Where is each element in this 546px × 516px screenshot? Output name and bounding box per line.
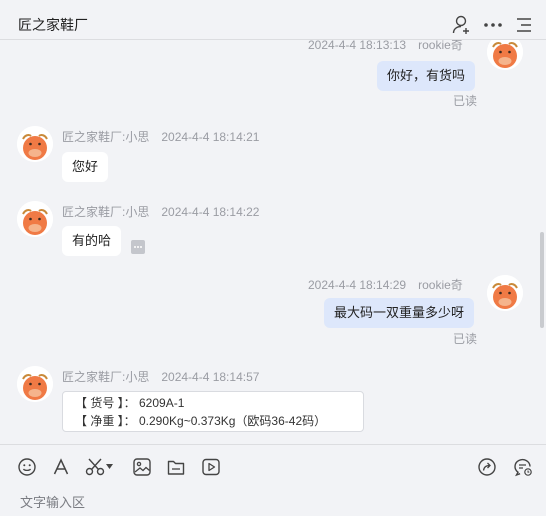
read-receipt: 已读 (453, 94, 478, 108)
avatar[interactable] (17, 366, 53, 402)
avatar[interactable] (17, 126, 53, 162)
message-list[interactable]: 2024-4-4 18:13:13 rookie奇 你好，有货吗 已读 匠之家鞋厂… (0, 40, 540, 444)
product-weight: 【 净重 】： 0.290Kg~0.373Kg（欧码36-42码） (75, 414, 327, 428)
cow-avatar-icon (17, 126, 53, 162)
add-user-icon[interactable] (452, 15, 472, 35)
chat-header: 匠之家鞋厂 (0, 0, 546, 40)
message-meta: 匠之家鞋厂:小思 2024-4-4 18:14:21 (62, 128, 259, 145)
scissors-icon[interactable] (85, 457, 105, 477)
product-sku: 【 货号 】： 6209A-1 (75, 396, 185, 410)
folder-icon[interactable] (166, 457, 186, 477)
message-input[interactable]: 文字输入区 (20, 492, 85, 511)
cow-avatar-icon (17, 201, 53, 237)
video-icon[interactable] (201, 457, 221, 477)
avatar[interactable] (487, 40, 523, 70)
message-time: 2024-4-4 18:14:22 (161, 205, 260, 219)
input-area: 文字输入区 (0, 444, 546, 516)
message-bubble[interactable]: 你好，有货吗 (377, 61, 476, 91)
message-meta: 2024-4-4 18:13:13 rookie奇 (308, 40, 463, 53)
cow-avatar-icon (17, 366, 53, 402)
message-sender: 匠之家鞋厂:小思 (62, 205, 150, 219)
message-meta: 2024-4-4 18:14:29 rookie奇 (308, 276, 463, 293)
chevron-down-icon[interactable] (106, 464, 113, 470)
message-more-icon[interactable] (131, 240, 145, 254)
cow-avatar-icon (487, 275, 523, 311)
message-time: 2024-4-4 18:13:13 (308, 40, 407, 52)
font-icon[interactable] (51, 457, 71, 477)
message-sender: rookie奇 (418, 278, 463, 292)
message-sender: 匠之家鞋厂:小思 (62, 370, 150, 384)
image-icon[interactable] (132, 457, 152, 477)
chat-history-icon[interactable] (513, 457, 533, 477)
message-time: 2024-4-4 18:14:29 (308, 278, 407, 292)
emoji-icon[interactable] (17, 457, 37, 477)
chat-title: 匠之家鞋厂 (18, 17, 88, 33)
message-sender: rookie奇 (418, 40, 463, 52)
more-icon[interactable] (483, 15, 503, 35)
message-time: 2024-4-4 18:14:21 (161, 130, 260, 144)
share-icon[interactable] (477, 457, 497, 477)
message-time: 2024-4-4 18:14:57 (161, 370, 260, 384)
cow-avatar-icon (487, 40, 523, 70)
avatar[interactable] (487, 275, 523, 311)
message-bubble[interactable]: 有的哈 (62, 226, 122, 256)
message-meta: 匠之家鞋厂:小思 2024-4-4 18:14:57 (62, 368, 259, 385)
read-receipt: 已读 (453, 332, 478, 346)
product-card[interactable]: 【 货号 】： 6209A-1 【 净重 】： 0.290Kg~0.373Kg（… (62, 391, 364, 432)
menu-icon[interactable] (514, 15, 534, 35)
message-bubble[interactable]: 最大码一双重量多少呀 (324, 298, 475, 328)
chat-scrollbar[interactable] (540, 232, 544, 328)
message-sender: 匠之家鞋厂:小思 (62, 130, 150, 144)
avatar[interactable] (17, 201, 53, 237)
message-bubble[interactable]: 您好 (62, 152, 109, 182)
message-meta: 匠之家鞋厂:小思 2024-4-4 18:14:22 (62, 203, 259, 220)
